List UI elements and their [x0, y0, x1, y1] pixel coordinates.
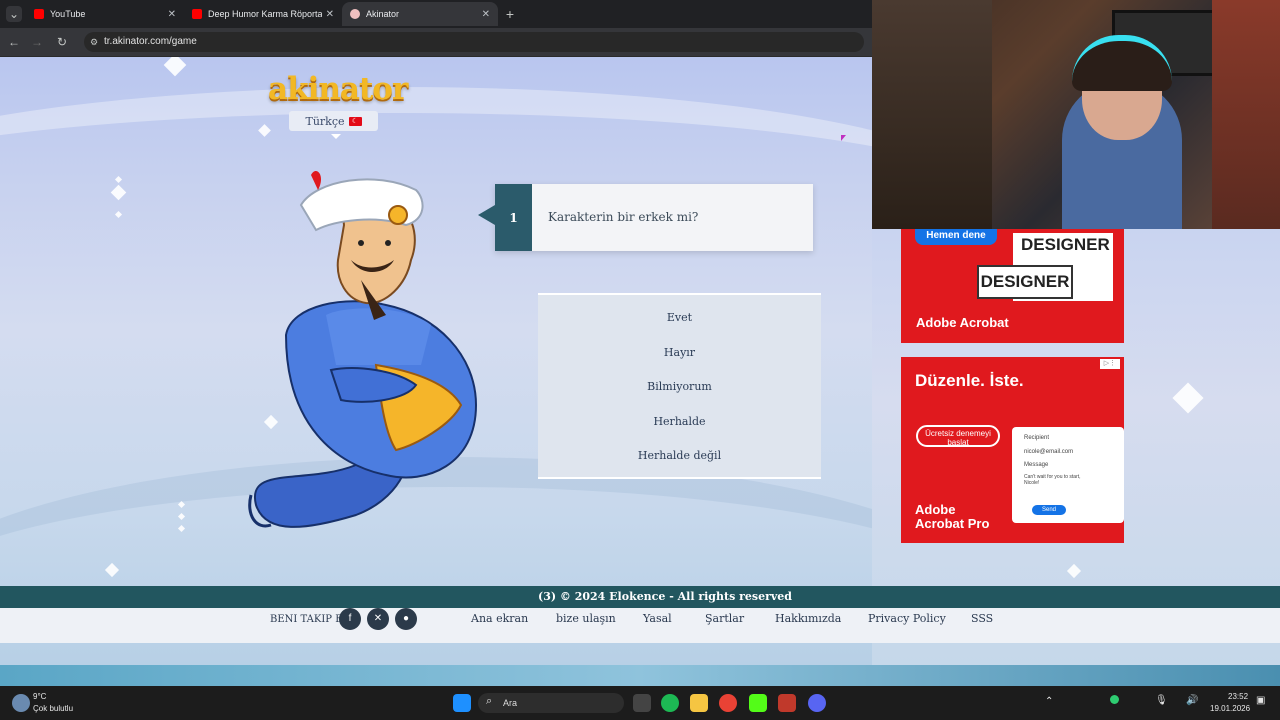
question-number: 1: [495, 184, 532, 251]
clock-date[interactable]: 19.01.2026: [1210, 704, 1250, 713]
clock-time[interactable]: 23:52: [1228, 692, 1248, 701]
weather-temp: 9°C: [33, 692, 47, 701]
url-field[interactable]: ⚙ tr.akinator.com/game: [84, 32, 864, 52]
ad-cta-button[interactable]: Hemen dene: [915, 229, 997, 245]
decor-diamond: [1066, 563, 1082, 579]
back-icon[interactable]: ←: [6, 34, 22, 50]
ad-headline: Düzenle. İste.: [915, 371, 1024, 390]
file-explorer-icon[interactable]: [690, 694, 708, 712]
discord-icon[interactable]: [808, 694, 826, 712]
taskbar-search[interactable]: ⌕ Ara: [478, 693, 624, 713]
facebook-icon[interactable]: f: [339, 608, 361, 630]
chevron-up-icon[interactable]: ⌃: [1045, 696, 1053, 707]
decor-diamond: [1172, 382, 1204, 414]
footer-link-faq[interactable]: SSS: [971, 612, 993, 625]
akinator-icon: [350, 9, 360, 19]
answer-yes[interactable]: Evet: [538, 311, 821, 324]
close-icon[interactable]: ✕: [482, 9, 490, 20]
ad-brand: Adobe Acrobat: [916, 315, 1009, 330]
answer-dont-know[interactable]: Bilmiyorum: [538, 380, 821, 393]
chrome-icon[interactable]: [719, 694, 737, 712]
copyright-text: (3) © 2024 Elokence - All rights reserve…: [538, 590, 792, 603]
tab-search-icon[interactable]: ⌄: [6, 6, 22, 22]
answer-probably[interactable]: Herhalde: [538, 415, 821, 428]
page-bottom-strip: [0, 665, 1280, 686]
answer-list: Evet Hayır Bilmiyorum Herhalde Herhalde …: [538, 293, 821, 479]
youtube-icon: [192, 9, 202, 19]
browser-tab-bar: ⌄ YouTube ✕ Deep Humor Karma Röportaj Sa…: [0, 0, 872, 28]
footer-link-legal[interactable]: Yasal: [643, 612, 672, 625]
new-tab-icon[interactable]: +: [502, 6, 518, 22]
ad-trial-button[interactable]: Ücretsiz denemeyi başlat: [916, 425, 1000, 447]
volume-icon[interactable]: 🔊: [1186, 695, 1198, 706]
ad-adobe-acrobat-pro[interactable]: ▷⋮ Düzenle. İste. Ücretsiz denemeyi başl…: [901, 357, 1124, 543]
microphone-icon[interactable]: 🎙: [1155, 695, 1168, 706]
tab-youtube[interactable]: YouTube ✕: [26, 2, 184, 26]
reload-icon[interactable]: ↻: [54, 34, 70, 50]
copyright-bar: (3) © 2024 Elokence - All rights reserve…: [0, 586, 1280, 608]
akinator-page: akinator Türkçe ☾ 1 Karakterin bir erkek…: [0, 57, 872, 665]
weather-icon[interactable]: [12, 694, 30, 712]
webcam-overlay: [872, 0, 1280, 229]
footer-link-about[interactable]: Hakkımızda: [775, 612, 841, 625]
close-icon[interactable]: ✕: [168, 9, 176, 20]
notification-icon[interactable]: ▣: [1256, 695, 1265, 706]
windows-start-icon[interactable]: [453, 694, 471, 712]
weather-desc: Çok bulutlu: [33, 704, 74, 713]
akinator-genie-illustration: [248, 170, 478, 528]
discord-icon[interactable]: ●: [395, 608, 417, 630]
address-bar: ← → ↻ ⚙ tr.akinator.com/game: [0, 28, 872, 57]
status-dot-icon[interactable]: [1110, 695, 1119, 704]
kick-icon[interactable]: [749, 694, 767, 712]
ad-adobe-acrobat[interactable]: Hemen dene DESIGNER DESIGNER Adobe Acrob…: [901, 229, 1124, 343]
follow-label: BENI TAKIP ET: [270, 614, 350, 625]
footer-link-privacy[interactable]: Privacy Policy: [868, 612, 946, 625]
windows-taskbar: 9°C Çok bulutlu ⌕ Ara ⌃ 🎙 🔊 23:52 19.01.…: [0, 686, 1280, 720]
ad-form-preview: Recipient nicole@email.com Message Can't…: [1012, 427, 1124, 523]
turkey-flag-icon: ☾: [348, 116, 362, 126]
tab-deep-humor[interactable]: Deep Humor Karma Röportaj Sa ✕: [184, 2, 342, 26]
language-selector[interactable]: Türkçe ☾: [289, 111, 378, 131]
search-icon: ⌕: [486, 695, 493, 707]
streaming-app-icon[interactable]: [778, 694, 796, 712]
ad-choices-icon[interactable]: ▷⋮: [1100, 359, 1120, 369]
mouse-cursor: [841, 135, 846, 141]
akinator-logo[interactable]: akinator: [268, 71, 408, 107]
answer-probably-not[interactable]: Herhalde değil: [538, 449, 821, 462]
footer-link-home[interactable]: Ana ekran: [471, 612, 528, 625]
youtube-icon: [34, 9, 44, 19]
close-icon[interactable]: ✕: [326, 9, 334, 20]
forward-icon[interactable]: →: [29, 34, 45, 50]
speech-pointer: [478, 205, 495, 225]
footer-link-contact[interactable]: bize ulaşın: [556, 612, 616, 625]
question-box: 1 Karakterin bir erkek mi?: [495, 184, 813, 251]
spotify-icon[interactable]: [661, 694, 679, 712]
x-twitter-icon[interactable]: ✕: [367, 608, 389, 630]
answer-no[interactable]: Hayır: [538, 346, 821, 359]
tab-akinator[interactable]: Akinator ✕: [342, 2, 498, 26]
task-view-icon[interactable]: [633, 694, 651, 712]
footer-link-terms[interactable]: Şartlar: [705, 612, 744, 625]
question-text: Karakterin bir erkek mi?: [548, 210, 699, 224]
chevron-down-icon: [331, 134, 341, 139]
decor-diamond: [163, 57, 187, 77]
ad-brand: Adobe Acrobat Pro: [915, 502, 990, 531]
site-info-icon[interactable]: ⚙: [90, 32, 98, 52]
